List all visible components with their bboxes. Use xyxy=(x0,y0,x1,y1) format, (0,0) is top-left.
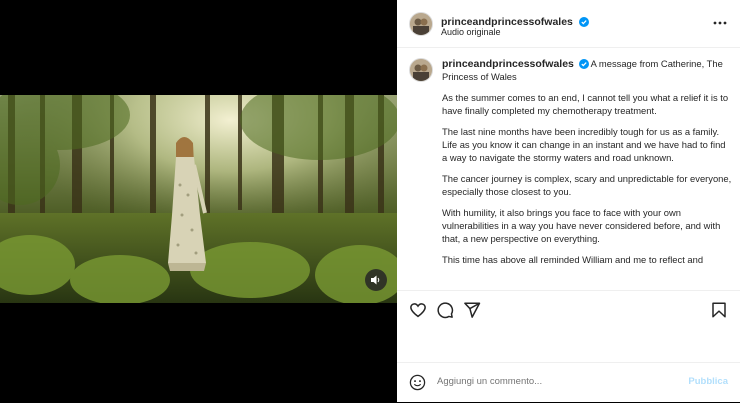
video-frame xyxy=(0,95,397,303)
caption-paragraph: With humility, it also brings you face t… xyxy=(442,207,721,244)
comment-button[interactable] xyxy=(436,301,454,319)
more-horizontal-icon xyxy=(713,21,727,25)
mute-button[interactable] xyxy=(365,269,387,291)
share-icon xyxy=(464,302,481,318)
publish-button[interactable]: Pubblica xyxy=(688,376,728,387)
like-button[interactable] xyxy=(409,301,427,319)
share-button[interactable] xyxy=(463,301,481,319)
video-pane xyxy=(0,0,397,402)
emoji-button[interactable] xyxy=(409,374,426,391)
comment-input[interactable] xyxy=(435,375,669,388)
speaker-icon xyxy=(371,275,380,285)
heart-icon xyxy=(410,303,426,318)
caption-avatar[interactable] xyxy=(409,58,433,82)
emoji-icon xyxy=(409,374,426,391)
post-video[interactable] xyxy=(0,95,397,303)
caption-paragraph: As the summer comes to an end, I cannot … xyxy=(442,92,729,116)
verified-badge-icon xyxy=(578,59,589,69)
verified-badge-icon xyxy=(579,17,590,27)
post-panel: princeandprincessofwales Audio originale… xyxy=(397,0,740,402)
comment-bar: Pubblica xyxy=(397,362,740,403)
caption-paragraph: The cancer journey is complex, scary and… xyxy=(442,173,732,197)
caption-paragraph: The last nine months have been incredibl… xyxy=(442,126,726,163)
comment-icon xyxy=(437,302,454,319)
post-header: princeandprincessofwales Audio originale xyxy=(397,0,740,48)
caption-paragraph: This time has above all reminded William… xyxy=(442,254,704,266)
avatar[interactable] xyxy=(409,12,433,36)
audio-label[interactable]: Audio originale xyxy=(441,27,501,37)
bookmark-icon xyxy=(712,302,726,318)
post-caption: princeandprincessofwales A message from … xyxy=(442,58,732,290)
caption-username[interactable]: princeandprincessofwales xyxy=(442,58,574,70)
save-button[interactable] xyxy=(710,301,728,319)
post-actions xyxy=(397,290,740,331)
more-options-button[interactable] xyxy=(712,15,728,31)
